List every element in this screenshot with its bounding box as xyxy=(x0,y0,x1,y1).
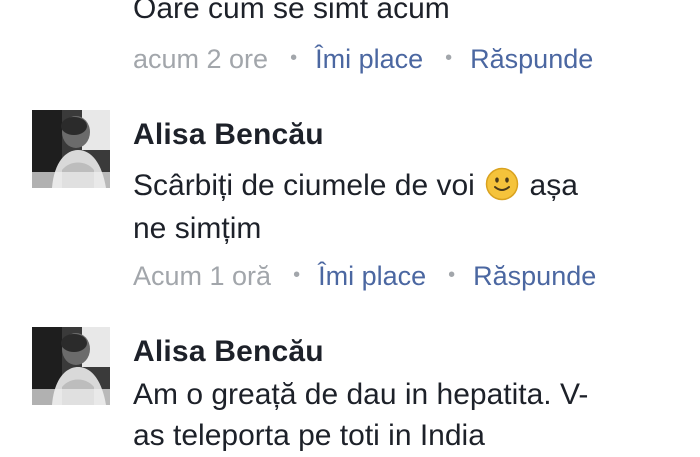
separator-dot: • xyxy=(293,264,301,286)
like-button[interactable]: Îmi place xyxy=(318,261,426,291)
separator-dot: • xyxy=(290,47,298,69)
user-avatar-photo-icon xyxy=(32,327,110,405)
reply-button[interactable]: Răspunde xyxy=(473,261,596,291)
like-button[interactable]: Îmi place xyxy=(315,44,423,74)
comment-author[interactable]: Alisa Bencău xyxy=(133,118,324,152)
comment-text-line: as teleporta pe toti in India xyxy=(133,419,485,452)
comment-text-part: Scârbiți de ciumele de voi xyxy=(133,169,475,202)
comment-author[interactable]: Alisa Bencău xyxy=(133,335,324,369)
reply-button[interactable]: Răspunde xyxy=(470,44,593,74)
comment-text-line: Am o greață de dau in hepatita. V- xyxy=(133,378,589,411)
user-avatar-photo-icon xyxy=(32,110,110,188)
comment-meta: Acum 1 oră • Îmi place • Răspunde xyxy=(133,261,596,292)
comment-text-part: așa xyxy=(529,169,578,202)
comment-timestamp: acum 2 ore xyxy=(133,44,269,74)
comment-text: Scârbiți de ciumele de voi așa xyxy=(133,164,578,207)
comment-timestamp: Acum 1 oră xyxy=(133,261,272,291)
separator-dot: • xyxy=(448,264,456,286)
separator-dot: • xyxy=(445,47,453,69)
avatar[interactable] xyxy=(32,327,110,405)
comment-text-line: ne simțim xyxy=(133,212,262,245)
comment-meta: acum 2 ore • Îmi place • Răspunde xyxy=(133,44,593,75)
avatar[interactable] xyxy=(32,110,110,188)
slightly-smiling-face-icon xyxy=(485,167,519,201)
comment-text: Oare cum se simt acum xyxy=(133,0,450,25)
